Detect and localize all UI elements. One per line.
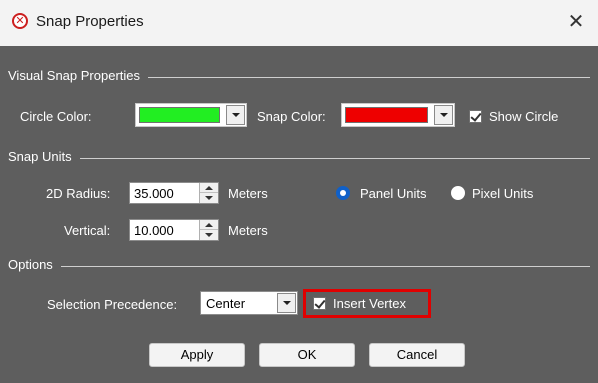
panel-units-radio[interactable]: [336, 186, 350, 200]
pixel-units-label: Pixel Units: [472, 186, 534, 201]
window-title: Snap Properties: [36, 13, 144, 30]
cancel-button[interactable]: Cancel: [369, 343, 465, 367]
vertical-increment-button[interactable]: [200, 220, 218, 230]
circle-color-label: Circle Color:: [20, 109, 92, 124]
vertical-unit-label: Meters: [228, 223, 268, 238]
apply-button[interactable]: Apply: [149, 343, 245, 367]
visual-snap-section-label: Visual Snap Properties: [8, 68, 149, 83]
circle-color-dropdown-button[interactable]: [226, 105, 245, 125]
insert-vertex-label: Insert Vertex: [333, 296, 406, 311]
radius-input[interactable]: [130, 183, 194, 203]
selection-precedence-dropdown-button[interactable]: [277, 293, 296, 313]
vertical-spinbox[interactable]: [129, 219, 219, 241]
snap-units-section-header: Snap Units: [8, 149, 590, 165]
pixel-units-radio[interactable]: [451, 186, 465, 200]
circle-color-combo[interactable]: [135, 103, 247, 127]
visual-snap-section-header: Visual Snap Properties: [8, 68, 590, 84]
selection-precedence-label: Selection Precedence:: [47, 297, 178, 312]
close-button[interactable]: ✕: [562, 8, 590, 36]
insert-vertex-checkbox[interactable]: [313, 297, 326, 310]
snap-color-label: Snap Color:: [257, 109, 326, 124]
show-circle-label: Show Circle: [489, 109, 559, 124]
panel-units-label: Panel Units: [360, 186, 427, 201]
circle-color-swatch: [139, 107, 220, 123]
radius-spinbox[interactable]: [129, 182, 219, 204]
snap-color-swatch: [345, 107, 428, 123]
vertical-decrement-button[interactable]: [200, 230, 218, 240]
radius-decrement-button[interactable]: [200, 193, 218, 203]
section-divider: [8, 158, 590, 159]
radius-label: 2D Radius:: [46, 186, 111, 201]
selection-precedence-select[interactable]: Center: [200, 291, 298, 315]
radius-spin-buttons: [199, 183, 218, 203]
snap-units-section-label: Snap Units: [8, 149, 80, 164]
title-bar: ✕ Snap Properties ✕: [0, 0, 598, 46]
ok-button[interactable]: OK: [259, 343, 355, 367]
dialog-client-area: Visual Snap Properties Circle Color: Sna…: [0, 46, 598, 383]
selection-precedence-value: Center: [206, 296, 246, 311]
vertical-input[interactable]: [130, 220, 194, 240]
radius-unit-label: Meters: [228, 186, 268, 201]
app-error-icon: ✕: [12, 13, 28, 29]
section-divider: [8, 266, 590, 267]
options-section-label: Options: [8, 257, 61, 272]
options-section-header: Options: [8, 257, 590, 273]
snap-color-dropdown-button[interactable]: [434, 105, 453, 125]
vertical-label: Vertical:: [64, 223, 111, 238]
snap-color-combo[interactable]: [341, 103, 455, 127]
radius-increment-button[interactable]: [200, 183, 218, 193]
show-circle-checkbox[interactable]: [469, 110, 482, 123]
vertical-spin-buttons: [199, 220, 218, 240]
